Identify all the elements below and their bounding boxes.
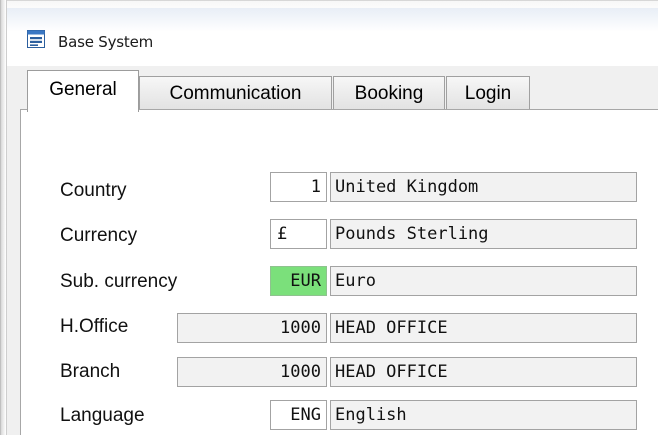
tab-communication-label: Communication — [169, 82, 302, 104]
window-frame-left — [0, 0, 7, 435]
tab-communication[interactable]: Communication — [139, 76, 332, 110]
tab-login[interactable]: Login — [446, 76, 530, 110]
country-description-field: United Kingdom — [330, 172, 637, 202]
window-title: Base System — [58, 33, 154, 51]
head-office-description-field: HEAD OFFICE — [330, 313, 637, 343]
language-label: Language — [60, 405, 145, 426]
branch-code-field[interactable]: 1000 — [177, 357, 327, 387]
currency-label: Currency — [60, 225, 138, 246]
sub-currency-label: Sub. currency — [60, 271, 178, 292]
sub-currency-description-field: Euro — [330, 266, 637, 296]
sub-currency-code-field[interactable]: EUR — [270, 266, 327, 296]
currency-code-field[interactable]: £ — [270, 219, 327, 249]
language-description-field: English — [330, 400, 637, 430]
tab-booking-label: Booking — [354, 82, 424, 104]
currency-description-field: Pounds Sterling — [330, 219, 637, 249]
head-office-code-field[interactable]: 1000 — [177, 313, 327, 343]
tab-login-label: Login — [464, 82, 512, 104]
language-code-field[interactable]: ENG — [270, 400, 327, 430]
tab-general-label: General — [49, 78, 117, 100]
tab-general[interactable]: General — [27, 70, 139, 112]
country-code-field[interactable]: 1 — [270, 172, 327, 202]
form-window-icon — [27, 30, 45, 48]
head-office-label: H.Office — [60, 316, 129, 337]
window-frame-top — [0, 0, 658, 8]
base-system-window: Base System General Communication Bookin… — [0, 0, 658, 435]
branch-description-field: HEAD OFFICE — [330, 357, 637, 387]
tab-booking[interactable]: Booking — [333, 76, 445, 110]
branch-label: Branch — [60, 361, 121, 382]
country-label: Country — [60, 180, 127, 201]
